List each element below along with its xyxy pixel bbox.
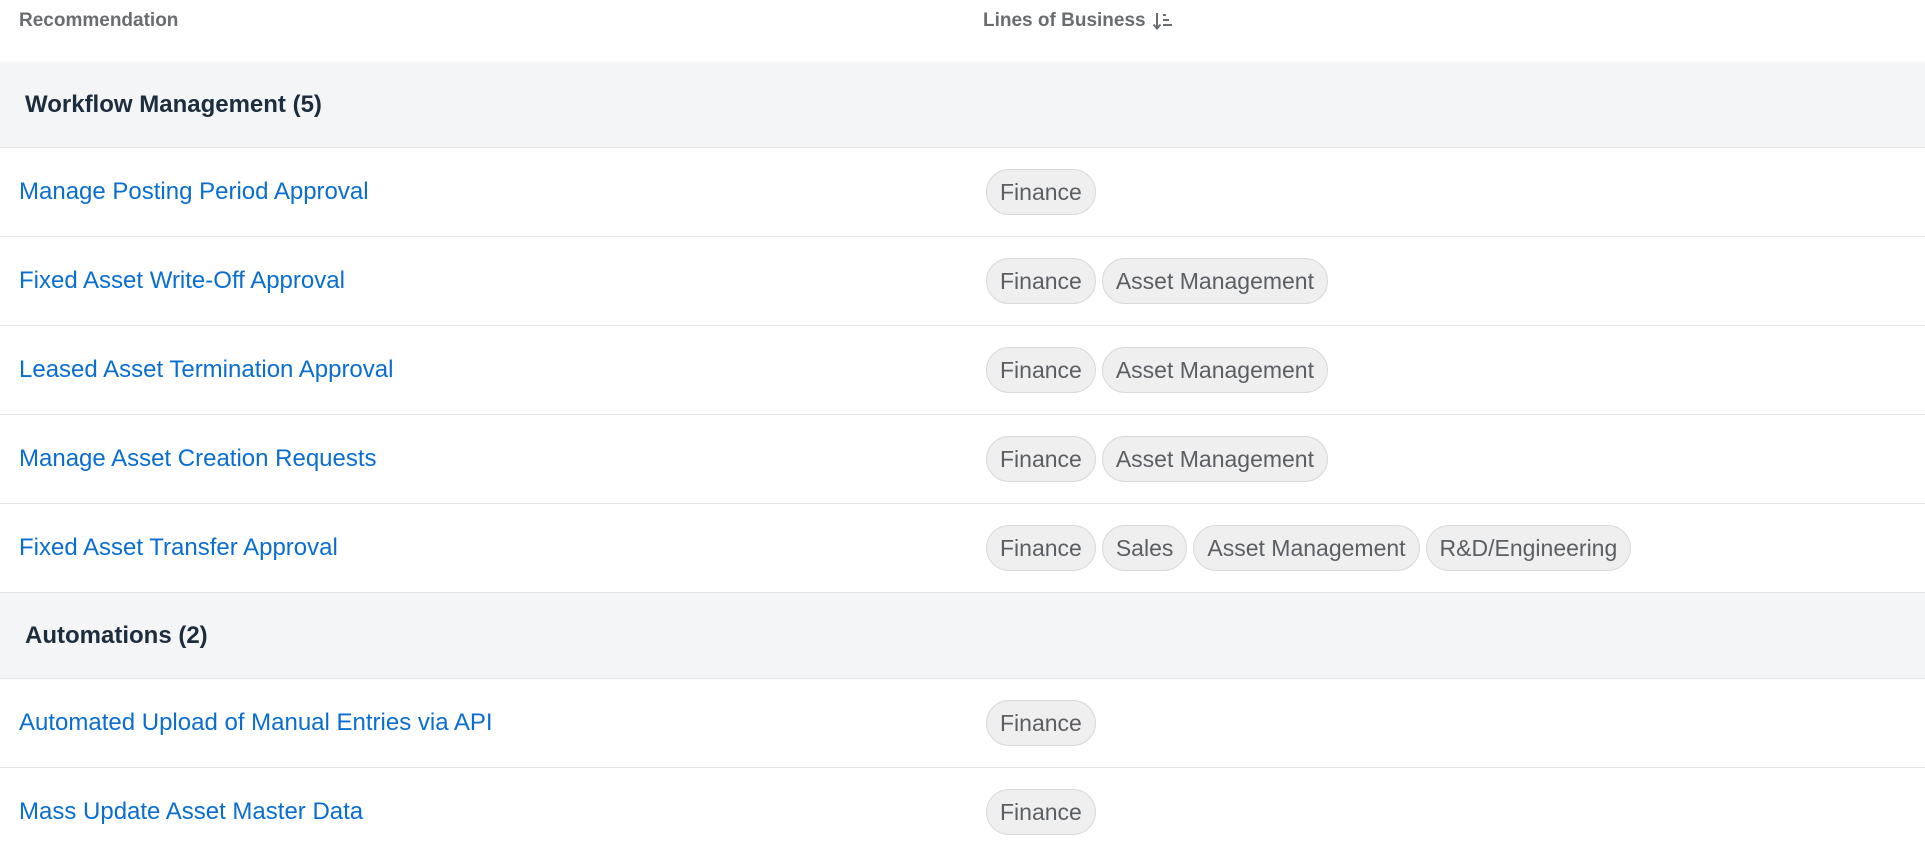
lines-of-business-tags: Finance Asset Management [986, 347, 1328, 393]
line-of-business-tag: Asset Management [1101, 258, 1328, 304]
lines-of-business-tags: Finance Sales Asset Management R&D/Engineer… [986, 525, 1632, 571]
recommendation-link[interactable]: Mass Update Asset Master Data [19, 798, 363, 826]
sort-descending-icon[interactable] [1152, 10, 1174, 32]
table-row[interactable]: Fixed Asset Write-Off Approval Finance Ass… [0, 237, 1925, 326]
recommendation-link[interactable]: Manage Posting Period Approval [19, 178, 369, 206]
line-of-business-tag: Finance [986, 525, 1096, 571]
column-header-recommendation[interactable]: Recommendation [19, 10, 178, 32]
line-of-business-tag: R&D/Engineering [1425, 525, 1632, 571]
table-body: Workflow Management (5) Manage Posting Pe… [0, 62, 1925, 855]
table-row[interactable]: Manage Posting Period Approval Finance [0, 148, 1925, 237]
column-header-lines-of-business[interactable]: Lines of Business [983, 10, 1174, 32]
line-of-business-tag: Finance [986, 436, 1096, 482]
lines-of-business-tags: Finance [986, 789, 1096, 835]
table-row[interactable]: Manage Asset Creation Requests Finance Ass… [0, 415, 1925, 504]
line-of-business-tag: Asset Management [1101, 436, 1328, 482]
group-header-row[interactable]: Automations (2) [0, 593, 1925, 679]
recommendation-link[interactable]: Manage Asset Creation Requests [19, 445, 377, 473]
recommendation-link[interactable]: Fixed Asset Transfer Approval [19, 534, 338, 562]
table-row[interactable]: Automated Upload of Manual Entries via A… [0, 679, 1925, 768]
line-of-business-tag: Finance [986, 347, 1096, 393]
lines-of-business-tags: Finance [986, 169, 1096, 215]
line-of-business-tag: Sales [1101, 525, 1188, 571]
group-title: Automations (2) [25, 621, 208, 649]
group-header-row[interactable]: Workflow Management (5) [0, 62, 1925, 148]
lines-of-business-tags: Finance [986, 700, 1096, 746]
lines-of-business-tags: Finance Asset Management [986, 258, 1328, 304]
table-row[interactable]: Leased Asset Termination Approval Finance… [0, 326, 1925, 415]
table-row[interactable]: Fixed Asset Transfer Approval Finance Sale… [0, 504, 1925, 593]
recommendation-link[interactable]: Leased Asset Termination Approval [19, 356, 393, 384]
line-of-business-tag: Finance [986, 789, 1096, 835]
recommendation-link[interactable]: Automated Upload of Manual Entries via A… [19, 709, 493, 737]
line-of-business-tag: Finance [986, 700, 1096, 746]
lines-of-business-tags: Finance Asset Management [986, 436, 1328, 482]
table-header: Recommendation Lines of Business [0, 0, 1925, 62]
recommendations-table: Recommendation Lines of Business Workflo… [0, 0, 1925, 855]
column-header-lines-of-business-label: Lines of Business [983, 10, 1146, 31]
line-of-business-tag: Asset Management [1193, 525, 1420, 571]
group-title: Workflow Management (5) [25, 90, 322, 118]
line-of-business-tag: Finance [986, 258, 1096, 304]
table-row[interactable]: Mass Update Asset Master Data Finance [0, 768, 1925, 855]
line-of-business-tag: Asset Management [1101, 347, 1328, 393]
recommendation-link[interactable]: Fixed Asset Write-Off Approval [19, 267, 345, 295]
line-of-business-tag: Finance [986, 169, 1096, 215]
